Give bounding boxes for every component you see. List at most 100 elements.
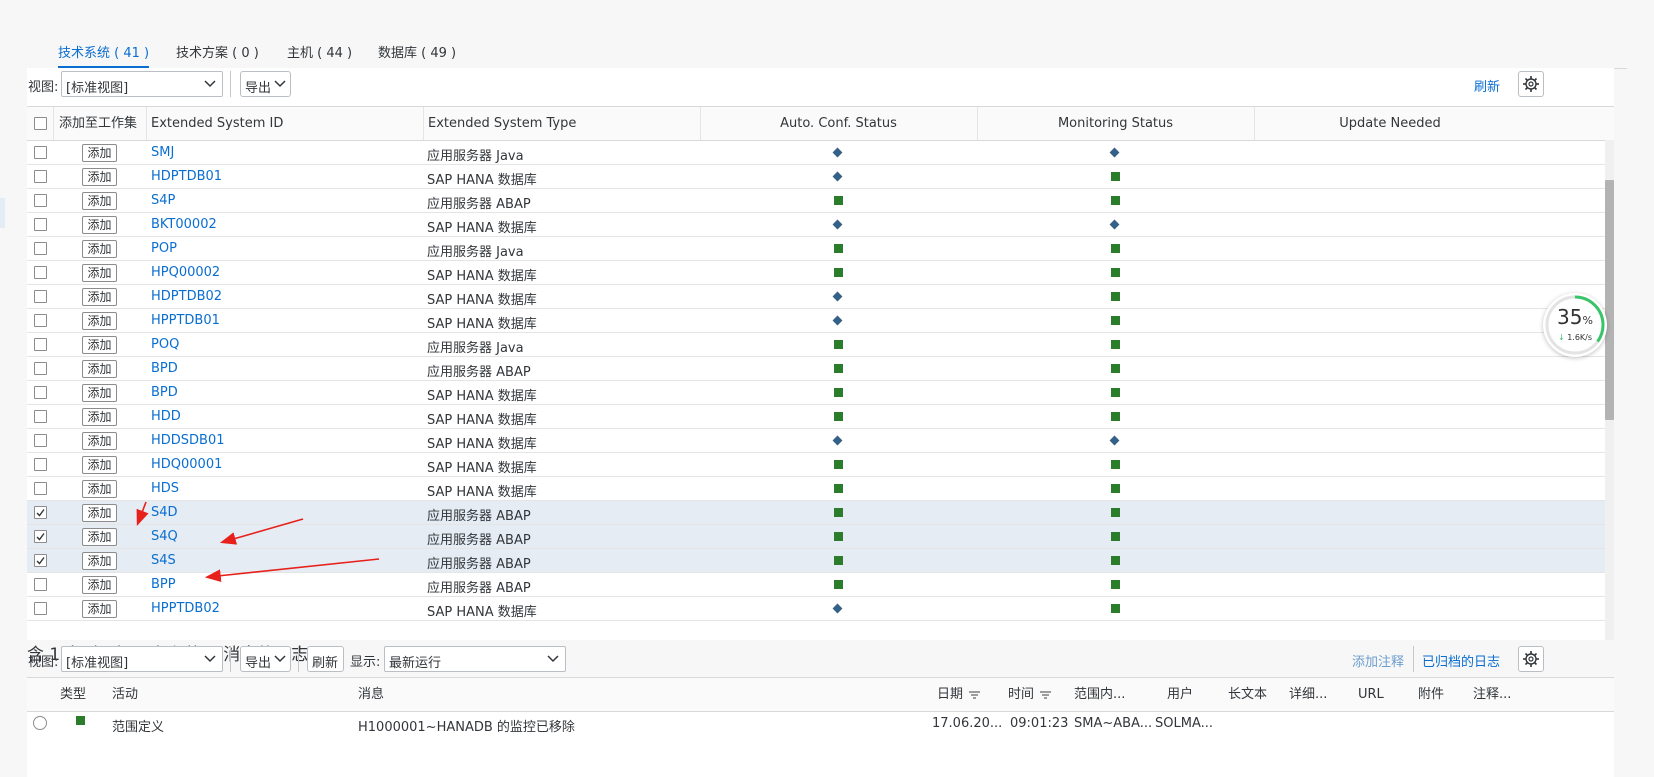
row-checkbox[interactable] <box>34 290 47 303</box>
row-checkbox[interactable] <box>34 434 47 447</box>
table-row[interactable]: 添加 HDS SAP HANA 数据库 <box>27 477 1614 501</box>
tab-technical-systems[interactable]: 技术系统 ( 41 ) <box>58 42 150 68</box>
table-row[interactable]: 添加 POP 应用服务器 Java <box>27 237 1614 261</box>
row-checkbox[interactable] <box>34 578 47 591</box>
log-header-attachment[interactable]: 附件 <box>1418 678 1444 711</box>
add-to-workset-button[interactable]: 添加 <box>82 576 117 594</box>
table-row[interactable]: 添加 S4Q 应用服务器 ABAP <box>27 525 1614 549</box>
table-row[interactable]: 添加 S4D 应用服务器 ABAP <box>27 501 1614 525</box>
add-to-workset-button[interactable]: 添加 <box>82 600 117 618</box>
row-checkbox[interactable] <box>34 242 47 255</box>
table-row[interactable]: 添加 BPD 应用服务器 ABAP <box>27 357 1614 381</box>
row-checkbox[interactable] <box>34 410 47 423</box>
tab-databases[interactable]: 数据库 ( 49 ) <box>378 42 456 68</box>
row-checkbox[interactable] <box>34 386 47 399</box>
row-checkbox[interactable] <box>34 554 47 567</box>
system-id-link[interactable]: POQ <box>151 337 179 352</box>
add-to-workset-button[interactable]: 添加 <box>82 192 117 210</box>
network-speed-widget[interactable]: 35% ↓ 1.6K/s <box>1543 293 1607 357</box>
vertical-scrollbar[interactable] <box>1605 140 1614 640</box>
system-id-link[interactable]: BPD <box>151 361 178 376</box>
log-header-time[interactable]: 时间 <box>1008 678 1052 711</box>
system-id-link[interactable]: BPP <box>151 577 176 592</box>
log-header-long-text[interactable]: 长文本 <box>1228 678 1267 711</box>
row-checkbox[interactable] <box>34 314 47 327</box>
add-to-workset-button[interactable]: 添加 <box>82 552 117 570</box>
log-header-details[interactable]: 详细... <box>1289 678 1327 711</box>
add-to-workset-button[interactable]: 添加 <box>82 456 117 474</box>
table-row[interactable]: 添加 BPD SAP HANA 数据库 <box>27 381 1614 405</box>
add-to-workset-button[interactable]: 添加 <box>82 336 117 354</box>
table-row[interactable]: 添加 HPPTDB02 SAP HANA 数据库 <box>27 597 1614 621</box>
log-header-user[interactable]: 用户 <box>1167 678 1193 711</box>
add-note-link[interactable]: 添加注释 <box>1352 651 1404 670</box>
tab-hosts[interactable]: 主机 ( 44 ) <box>287 42 352 68</box>
add-to-workset-button[interactable]: 添加 <box>82 408 117 426</box>
log-view-select[interactable]: [标准视图] <box>61 646 223 672</box>
header-monitoring-status[interactable]: Monitoring Status <box>977 107 1254 140</box>
select-all-checkbox[interactable] <box>34 117 47 130</box>
add-to-workset-button[interactable]: 添加 <box>82 312 117 330</box>
row-checkbox[interactable] <box>34 338 47 351</box>
system-id-link[interactable]: HDS <box>151 481 179 496</box>
header-system-type[interactable]: Extended System Type <box>428 107 576 140</box>
export-button[interactable]: 导出 <box>240 71 291 97</box>
log-export-button[interactable]: 导出 <box>240 646 291 672</box>
table-row[interactable]: 添加 BKT00002 SAP HANA 数据库 <box>27 213 1614 237</box>
log-settings-button[interactable] <box>1518 646 1544 672</box>
row-checkbox[interactable] <box>34 506 47 519</box>
log-header-date[interactable]: 日期 <box>937 678 981 711</box>
add-to-workset-button[interactable]: 添加 <box>82 480 117 498</box>
system-id-link[interactable]: BPD <box>151 385 178 400</box>
add-to-workset-button[interactable]: 添加 <box>82 240 117 258</box>
table-row[interactable]: 添加 S4S 应用服务器 ABAP <box>27 549 1614 573</box>
system-id-link[interactable]: HDPTDB02 <box>151 289 222 304</box>
log-header-type[interactable]: 类型 <box>60 678 86 711</box>
system-id-link[interactable]: HPPTDB01 <box>151 313 220 328</box>
row-checkbox[interactable] <box>34 602 47 615</box>
header-auto-conf-status[interactable]: Auto. Conf. Status <box>700 107 977 140</box>
row-checkbox[interactable] <box>34 266 47 279</box>
row-checkbox[interactable] <box>34 458 47 471</box>
add-to-workset-button[interactable]: 添加 <box>82 528 117 546</box>
add-to-workset-button[interactable]: 添加 <box>82 216 117 234</box>
row-checkbox[interactable] <box>34 482 47 495</box>
table-row[interactable]: 添加 BPP 应用服务器 ABAP <box>27 573 1614 597</box>
log-header-scope[interactable]: 范围内... <box>1074 678 1125 711</box>
system-id-link[interactable]: HDPTDB01 <box>151 169 222 184</box>
table-row[interactable]: 添加 HDPTDB01 SAP HANA 数据库 <box>27 165 1614 189</box>
table-row[interactable]: 添加 HDDSDB01 SAP HANA 数据库 <box>27 429 1614 453</box>
table-row[interactable]: 添加 HPQ00002 SAP HANA 数据库 <box>27 261 1614 285</box>
log-header-url[interactable]: URL <box>1358 678 1384 711</box>
table-row[interactable]: 添加 HDD SAP HANA 数据库 <box>27 405 1614 429</box>
refresh-link[interactable]: 刷新 <box>1474 76 1500 95</box>
add-to-workset-button[interactable]: 添加 <box>82 384 117 402</box>
row-checkbox[interactable] <box>34 218 47 231</box>
settings-button[interactable] <box>1518 71 1544 97</box>
log-refresh-button[interactable]: 刷新 <box>307 646 344 672</box>
log-row-radio[interactable] <box>33 716 47 730</box>
add-to-workset-button[interactable]: 添加 <box>82 504 117 522</box>
system-id-link[interactable]: POP <box>151 241 177 256</box>
system-id-link[interactable]: S4S <box>151 553 176 568</box>
header-system-id[interactable]: Extended System ID <box>151 107 283 140</box>
system-id-link[interactable]: HDDSDB01 <box>151 433 225 448</box>
row-checkbox[interactable] <box>34 362 47 375</box>
system-id-link[interactable]: HPQ00002 <box>151 265 220 280</box>
table-row[interactable]: 添加 HDQ00001 SAP HANA 数据库 <box>27 453 1614 477</box>
add-to-workset-button[interactable]: 添加 <box>82 264 117 282</box>
system-id-link[interactable]: SMJ <box>151 145 174 160</box>
show-select[interactable]: 最新运行 <box>384 646 566 672</box>
add-to-workset-button[interactable]: 添加 <box>82 432 117 450</box>
system-id-link[interactable]: HDD <box>151 409 181 424</box>
log-header-activity[interactable]: 活动 <box>112 678 138 711</box>
row-checkbox[interactable] <box>34 170 47 183</box>
add-to-workset-button[interactable]: 添加 <box>82 144 117 162</box>
table-row[interactable]: 添加 POQ 应用服务器 Java <box>27 333 1614 357</box>
system-id-link[interactable]: HPPTDB02 <box>151 601 220 616</box>
table-row[interactable]: 添加 S4P 应用服务器 ABAP <box>27 189 1614 213</box>
header-update-needed[interactable]: Update Needed <box>1254 107 1526 140</box>
add-to-workset-button[interactable]: 添加 <box>82 288 117 306</box>
table-row[interactable]: 添加 HPPTDB01 SAP HANA 数据库 <box>27 309 1614 333</box>
row-checkbox[interactable] <box>34 146 47 159</box>
